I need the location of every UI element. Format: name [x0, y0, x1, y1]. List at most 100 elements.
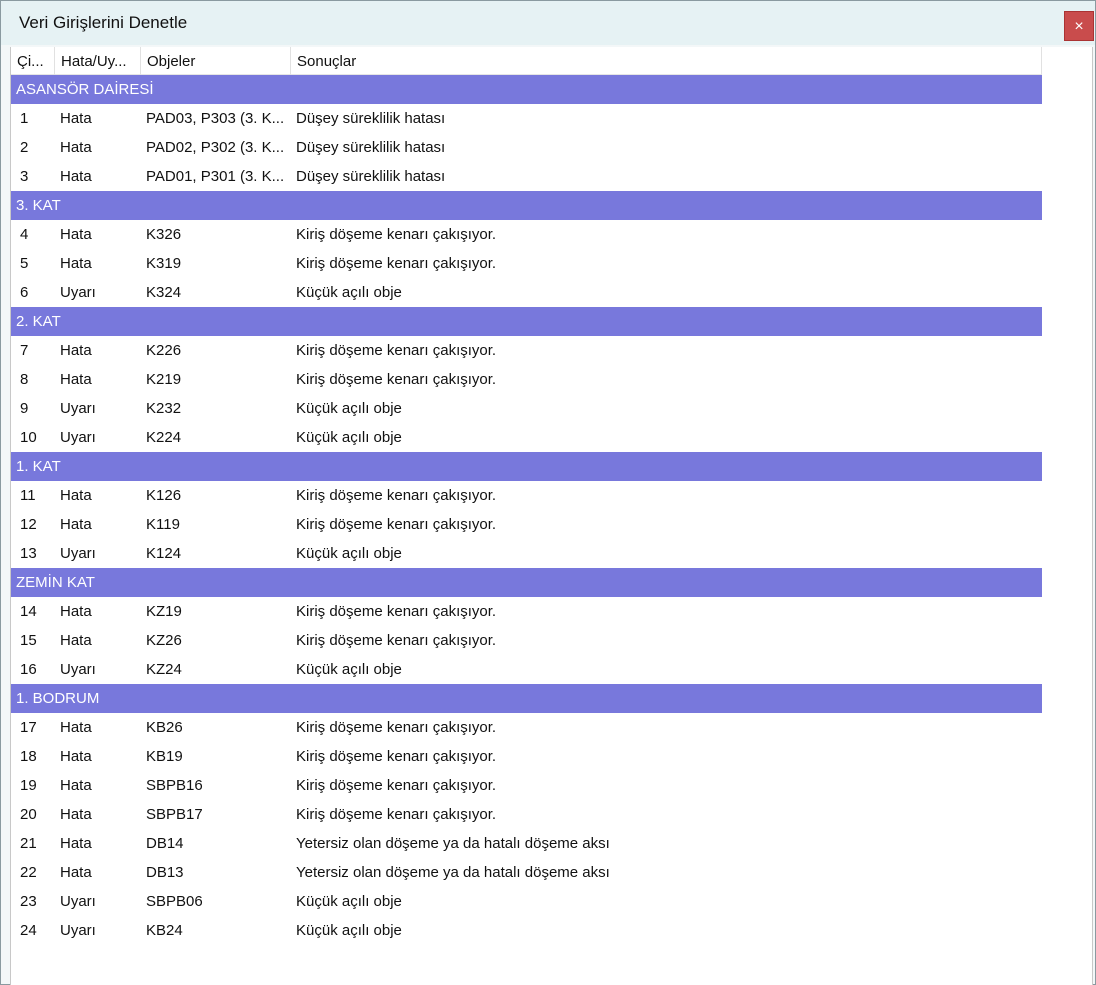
- row-objects: KB19: [146, 748, 183, 765]
- group-header-row[interactable]: 1. KAT: [11, 452, 1042, 481]
- row-type: Hata: [60, 139, 92, 156]
- row-objects: K232: [146, 400, 182, 417]
- table-row[interactable]: 15 Hata KZ26 Kiriş döşeme kenarı çakışıyor.: [11, 626, 1042, 655]
- table-row[interactable]: 7 Hata K226 Kiriş döşeme kenarı çakışıyor.: [11, 336, 1042, 365]
- row-type: Hata: [60, 632, 92, 649]
- table-row[interactable]: 11 Hata K126 Kiriş döşeme kenarı çakışıyor.: [11, 481, 1042, 510]
- row-number: 8: [20, 371, 29, 388]
- group-header-row[interactable]: 2. KAT: [11, 307, 1042, 336]
- group-header-row[interactable]: ASANSÖR DAİRESİ: [11, 75, 1042, 104]
- table-row[interactable]: 13 Uyarı K124 Küçük açılı obje: [11, 539, 1042, 568]
- table-row[interactable]: 17 Hata KB26 Kiriş döşeme kenarı çakışıyor.: [11, 713, 1042, 742]
- row-objects: PAD02, P302 (3. K...: [146, 139, 285, 156]
- row-objects: K224: [146, 429, 182, 446]
- row-result: Kiriş döşeme kenarı çakışıyor.: [296, 371, 497, 388]
- row-type: Hata: [60, 487, 92, 504]
- row-objects: SBPB06: [146, 893, 203, 910]
- group-header-row[interactable]: 1. BODRUM: [11, 684, 1042, 713]
- table-row[interactable]: 6 Uyarı K324 Küçük açılı obje: [11, 278, 1042, 307]
- row-result: Kiriş döşeme kenarı çakışıyor.: [296, 748, 497, 765]
- table-row[interactable]: 24 Uyarı KB24 Küçük açılı obje: [11, 916, 1042, 945]
- table-row[interactable]: 12 Hata K119 Kiriş döşeme kenarı çakışıyor.: [11, 510, 1042, 539]
- results-list[interactable]: Çi... Hata/Uy... Objeler Sonuçlar ASANSÖ…: [10, 47, 1093, 985]
- row-type: Hata: [60, 226, 92, 243]
- row-type: Uyarı: [60, 284, 96, 301]
- table-row[interactable]: 19 Hata SBPB16 Kiriş döşeme kenarı çakışıyo…: [11, 771, 1042, 800]
- row-result: Kiriş döşeme kenarı çakışıyor.: [296, 806, 497, 823]
- row-number: 2: [20, 139, 29, 156]
- row-type: Uyarı: [60, 545, 96, 562]
- table-row[interactable]: 10 Uyarı K224 Küçük açılı obje: [11, 423, 1042, 452]
- row-result: Yetersiz olan döşeme ya da hatalı döşeme…: [296, 864, 610, 881]
- row-type: Uyarı: [60, 922, 96, 939]
- row-result: Kiriş döşeme kenarı çakışıyor.: [296, 632, 497, 649]
- row-number: 18: [20, 748, 37, 765]
- close-button[interactable]: ×: [1064, 11, 1094, 41]
- row-number: 11: [20, 487, 36, 504]
- row-objects: SBPB16: [146, 777, 203, 794]
- table-row[interactable]: 20 Hata SBPB17 Kiriş döşeme kenarı çakışıyo…: [11, 800, 1042, 829]
- row-objects: K226: [146, 342, 182, 359]
- row-result: Küçük açılı obje: [296, 661, 402, 678]
- group-label: 1. BODRUM: [16, 690, 100, 707]
- row-number: 15: [20, 632, 37, 649]
- row-result: Düşey süreklilik hatası: [296, 168, 446, 185]
- column-header-row: Çi... Hata/Uy... Objeler Sonuçlar: [11, 47, 1042, 75]
- row-objects: SBPB17: [146, 806, 203, 823]
- table-row[interactable]: 23 Uyarı SBPB06 Küçük açılı obje: [11, 887, 1042, 916]
- table-row[interactable]: 14 Hata KZ19 Kiriş döşeme kenarı çakışıyor.: [11, 597, 1042, 626]
- table-row[interactable]: 4 Hata K326 Kiriş döşeme kenarı çakışıyor.: [11, 220, 1042, 249]
- row-objects: KB24: [146, 922, 183, 939]
- group-header-row[interactable]: ZEMİN KAT: [11, 568, 1042, 597]
- table-row[interactable]: 22 Hata DB13 Yetersiz olan döşeme ya da hat…: [11, 858, 1042, 887]
- table-row[interactable]: 1 Hata PAD03, P303 (3. K... Düşey süreklili…: [11, 104, 1042, 133]
- group-header-row[interactable]: 3. KAT: [11, 191, 1042, 220]
- row-number: 6: [20, 284, 29, 301]
- row-number: 5: [20, 255, 29, 272]
- column-header-objects[interactable]: Objeler: [141, 47, 291, 75]
- row-objects: KZ26: [146, 632, 182, 649]
- table-row[interactable]: 9 Uyarı K232 Küçük açılı obje: [11, 394, 1042, 423]
- row-result: Kiriş döşeme kenarı çakışıyor.: [296, 226, 497, 243]
- row-number: 17: [20, 719, 37, 736]
- row-number: 1: [20, 110, 29, 127]
- row-result: Kiriş döşeme kenarı çakışıyor.: [296, 255, 497, 272]
- row-objects: DB13: [146, 864, 184, 881]
- table-row[interactable]: 3 Hata PAD01, P301 (3. K... Düşey süreklili…: [11, 162, 1042, 191]
- title-bar[interactable]: Veri Girişlerini Denetle ×: [1, 1, 1095, 45]
- row-result: Küçük açılı obje: [296, 284, 402, 301]
- column-header-no[interactable]: Çi...: [11, 47, 55, 75]
- group-label: 3. KAT: [16, 197, 61, 214]
- close-icon: ×: [1074, 18, 1084, 35]
- row-objects: KB26: [146, 719, 183, 736]
- row-type: Hata: [60, 516, 92, 533]
- table-row[interactable]: 2 Hata PAD02, P302 (3. K... Düşey süreklili…: [11, 133, 1042, 162]
- table-row[interactable]: 18 Hata KB19 Kiriş döşeme kenarı çakışıyor.: [11, 742, 1042, 771]
- group-label: 2. KAT: [16, 313, 61, 330]
- row-number: 3: [20, 168, 29, 185]
- row-objects: PAD03, P303 (3. K...: [146, 110, 285, 127]
- row-objects: DB14: [146, 835, 184, 852]
- column-header-results[interactable]: Sonuçlar: [291, 47, 1042, 75]
- group-label: ASANSÖR DAİRESİ: [16, 81, 154, 98]
- row-result: Kiriş döşeme kenarı çakışıyor.: [296, 777, 497, 794]
- table-row[interactable]: 8 Hata K219 Kiriş döşeme kenarı çakışıyor.: [11, 365, 1042, 394]
- row-result: Küçük açılı obje: [296, 545, 402, 562]
- table-row[interactable]: 21 Hata DB14 Yetersiz olan döşeme ya da hat…: [11, 829, 1042, 858]
- row-number: 23: [20, 893, 37, 910]
- row-type: Hata: [60, 777, 92, 794]
- row-number: 20: [20, 806, 37, 823]
- row-type: Hata: [60, 603, 92, 620]
- row-result: Kiriş döşeme kenarı çakışıyor.: [296, 719, 497, 736]
- row-result: Düşey süreklilik hatası: [296, 139, 446, 156]
- window-title: Veri Girişlerini Denetle: [19, 13, 188, 32]
- row-type: Uyarı: [60, 400, 96, 417]
- row-result: Kiriş döşeme kenarı çakışıyor.: [296, 342, 497, 359]
- row-result: Küçük açılı obje: [296, 922, 402, 939]
- row-number: 10: [20, 429, 37, 446]
- row-objects: K319: [146, 255, 182, 272]
- row-type: Hata: [60, 371, 92, 388]
- column-header-type[interactable]: Hata/Uy...: [55, 47, 141, 75]
- table-row[interactable]: 5 Hata K319 Kiriş döşeme kenarı çakışıyor.: [11, 249, 1042, 278]
- table-row[interactable]: 16 Uyarı KZ24 Küçük açılı obje: [11, 655, 1042, 684]
